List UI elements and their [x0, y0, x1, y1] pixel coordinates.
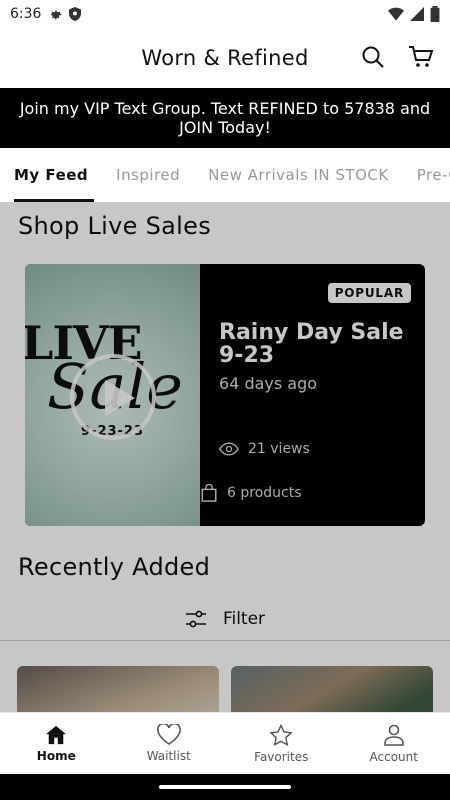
nav-account-label: Account [369, 749, 418, 764]
nav-favorites-label: Favorites [254, 749, 309, 764]
tab-new-arrivals[interactable]: New Arrivals IN STOCK [194, 148, 403, 202]
nav-favorites[interactable]: Favorites [225, 713, 338, 774]
cart-button[interactable] [406, 42, 436, 72]
feed-tabs: My Feed Inspired New Arrivals IN STOCK P… [0, 148, 450, 202]
heart-icon [156, 724, 181, 745]
battery-icon [430, 6, 440, 22]
nav-home[interactable]: Home [0, 713, 113, 774]
vip-banner[interactable]: Join my VIP Text Group. Text REFINED to … [0, 88, 450, 148]
bottom-navigation: Home Waitlist Favorites Account [0, 712, 450, 774]
nav-waitlist-label: Waitlist [146, 749, 191, 763]
home-icon [46, 725, 67, 744]
tab-inspired[interactable]: Inspired [102, 148, 194, 202]
cart-icon [409, 46, 434, 67]
vip-banner-text: Join my VIP Text Group. Text REFINED to … [19, 99, 431, 137]
dim-overlay [0, 202, 450, 712]
tab-my-feed[interactable]: My Feed [0, 148, 102, 202]
shield-icon [69, 7, 82, 21]
status-time: 6:36 [10, 6, 42, 22]
search-icon [362, 46, 384, 68]
search-button[interactable] [358, 42, 388, 72]
status-bar: 6:36 [0, 0, 450, 28]
wifi-icon [388, 7, 404, 21]
star-icon [269, 723, 293, 746]
signal-icon [410, 7, 424, 21]
nav-account[interactable]: Account [338, 713, 450, 774]
person-icon [383, 724, 404, 746]
app-bar: Worn & Refined [0, 28, 450, 88]
system-nav-bar [0, 774, 450, 800]
nav-home-label: Home [36, 748, 76, 763]
home-gesture-handle[interactable] [159, 785, 291, 789]
nav-waitlist[interactable]: Waitlist [113, 713, 226, 774]
store-title: Worn & Refined [141, 46, 309, 70]
tab-pre-order[interactable]: Pre-O [403, 148, 450, 202]
settings-gear-icon [51, 10, 62, 20]
